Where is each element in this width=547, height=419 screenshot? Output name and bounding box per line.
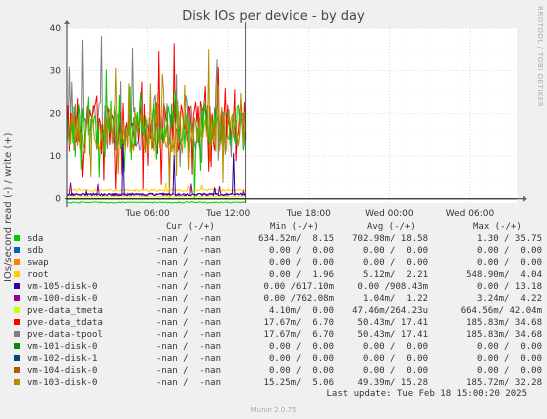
legend-min: 17.67m/ 6.70 — [263, 330, 334, 340]
legend-swatch — [14, 283, 20, 289]
legend-cur: -nan / -nan — [156, 366, 222, 376]
y-tick-label: 30 — [50, 67, 62, 77]
legend-max: 185.72m/ 32.28 — [466, 378, 542, 388]
legend-swatch — [14, 247, 20, 253]
legend-swatch — [14, 271, 20, 277]
legend-min: 15.25m/ 5.06 — [263, 378, 334, 388]
legend-swatch — [14, 319, 20, 325]
legend-name: vm-101-disk-0 — [27, 342, 98, 352]
legend-max: 3.24m/ 4.22 — [476, 294, 542, 304]
x-tick-label: Tue 06:00 — [125, 209, 170, 219]
legend-avg: 702.98m/ 18.58 — [352, 234, 428, 244]
legend-avg: 1.04m/ 1.22 — [362, 294, 428, 304]
legend-cur: -nan / -nan — [156, 342, 222, 352]
legend-avg: 50.43m/ 17.41 — [357, 330, 428, 340]
legend-avg: 0.00 / 0.00 — [362, 354, 428, 364]
legend-cur: -nan / -nan — [156, 318, 222, 328]
legend-max: 0.00 / 0.00 — [476, 354, 542, 364]
y-tick-label: 40 — [50, 24, 62, 34]
legend-swatch — [14, 379, 20, 385]
legend-swatch — [14, 367, 20, 373]
legend-max: 0.00 / 0.00 — [476, 258, 542, 268]
legend-min: 0.00 / 0.00 — [268, 258, 334, 268]
legend-max: 548.90m/ 4.04 — [466, 270, 542, 280]
x-tick-label: Tue 12:00 — [205, 209, 250, 219]
legend-cur: -nan / -nan — [156, 246, 222, 256]
legend-max: 0.00 / 0.00 — [476, 246, 542, 256]
legend-avg: 0.00 / 0.00 — [362, 366, 428, 376]
legend-name: vm-103-disk-0 — [27, 378, 98, 388]
legend-name: root — [27, 270, 49, 280]
last-update: Last update: Tue Feb 18 15:00:20 2025 — [326, 389, 527, 399]
legend-name: swap — [27, 258, 49, 268]
legend-cur: -nan / -nan — [156, 378, 222, 388]
legend-name: sda — [27, 234, 44, 244]
legend-swatch — [14, 235, 20, 241]
legend-max: 664.56m/ 42.04m — [460, 306, 542, 316]
y-tick-label: 20 — [50, 109, 62, 119]
legend-name: pve-data-tpool — [27, 330, 103, 340]
legend-avg: 0.00 /908.43m — [357, 282, 428, 292]
legend-name: vm-104-disk-0 — [27, 366, 98, 376]
legend-cur: -nan / -nan — [156, 294, 222, 304]
legend-min: 0.00 / 0.00 — [268, 354, 334, 364]
legend-name: pve-data_tmeta — [27, 306, 103, 316]
legend-min: 17.67m/ 6.70 — [263, 318, 334, 328]
legend-avg: 5.12m/ 2.21 — [362, 270, 428, 280]
y-tick-label: 10 — [50, 152, 62, 162]
legend-swatch — [14, 295, 20, 301]
legend-cur: -nan / -nan — [156, 354, 222, 364]
y-tick-label: 0 — [55, 195, 61, 205]
legend-max: 185.83m/ 34.68 — [466, 330, 542, 340]
legend-min: 634.52m/ 8.15 — [258, 234, 334, 244]
legend-swatch — [14, 343, 20, 349]
legend-name: vm-105-disk-0 — [27, 282, 98, 292]
legend-min: 0.00 / 0.00 — [268, 366, 334, 376]
legend-min: 0.00 / 0.00 — [268, 246, 334, 256]
legend-avg: 0.00 / 0.00 — [362, 258, 428, 268]
legend-avg: 49.39m/ 15.28 — [357, 378, 428, 388]
legend-min: 4.10m/ 0.00 — [268, 306, 334, 316]
legend-avg: 50.43m/ 17.41 — [357, 318, 428, 328]
legend-max: 0.00 / 0.00 — [476, 366, 542, 376]
legend-swatch — [14, 307, 20, 313]
y-axis-arrow — [64, 20, 70, 24]
legend-name: sdb — [27, 246, 44, 256]
munin-version: Munin 2.0.75 — [250, 406, 297, 414]
legend-swatch — [14, 259, 20, 265]
legend-min: 0.00 / 1.96 — [268, 270, 334, 280]
x-tick-label: Wed 06:00 — [446, 209, 495, 219]
legend-cur: -nan / -nan — [156, 306, 222, 316]
legend-header-cur: Cur (-/+) — [166, 222, 215, 232]
legend-cur: -nan / -nan — [156, 258, 222, 268]
legend-header-max: Max (-/+) — [473, 222, 522, 232]
legend-max: 1.30 / 35.75 — [476, 234, 542, 244]
legend-name: pve-data_tdata — [27, 318, 103, 328]
legend-max: 185.83m/ 34.68 — [466, 318, 542, 328]
legend-name: vm-100-disk-0 — [27, 294, 98, 304]
legend-cur: -nan / -nan — [156, 330, 222, 340]
legend-header-min: Min (-/+) — [270, 222, 319, 232]
legend-cur: -nan / -nan — [156, 282, 222, 292]
legend-min: 0.00 / 0.00 — [268, 342, 334, 352]
legend-avg: 47.46m/264.23u — [352, 306, 428, 316]
legend-avg: 0.00 / 0.00 — [362, 246, 428, 256]
legend-max: 0.00 / 13.18 — [476, 282, 542, 292]
legend-cur: -nan / -nan — [156, 234, 222, 244]
legend-swatch — [14, 331, 20, 337]
legend-max: 0.00 / 0.00 — [476, 342, 542, 352]
x-tick-label: Wed 00:00 — [365, 209, 414, 219]
x-tick-label: Tue 18:00 — [286, 209, 331, 219]
legend-header-avg: Avg (-/+) — [367, 222, 416, 232]
legend-min: 0.00 /762.08m — [263, 294, 334, 304]
x-axis-arrow — [523, 195, 527, 202]
legend-cur: -nan / -nan — [156, 270, 222, 280]
legend-avg: 0.00 / 0.00 — [362, 342, 428, 352]
legend-min: 0.00 /617.10m — [263, 282, 334, 292]
legend-name: vm-102-disk-1 — [27, 354, 98, 364]
legend-swatch — [14, 355, 20, 361]
